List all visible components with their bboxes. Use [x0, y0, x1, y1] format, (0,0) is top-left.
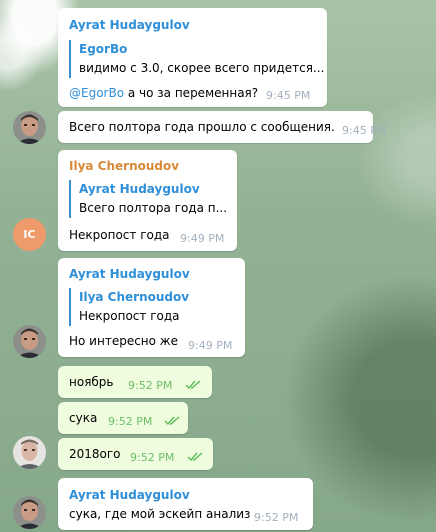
message-time: 9:52 PM — [254, 511, 299, 524]
read-checks-icon — [164, 416, 180, 425]
message-time: 9:52 PM — [128, 379, 173, 392]
message-bubble[interactable]: Ayrat Hudaygulov сука, где мой эскейп ан… — [58, 478, 313, 530]
reply-quote[interactable]: Ilya Chernoudov Некропост года — [69, 288, 189, 326]
message-text: 2018ого — [69, 447, 121, 461]
avatar[interactable] — [13, 111, 46, 144]
message-time: 9:52 PM — [108, 415, 153, 428]
reply-text: видимо с 3.0, скорее всего придется... — [79, 61, 325, 75]
message-bubble[interactable]: Ayrat Hudaygulov EgorBo видимо с 3.0, ск… — [58, 8, 327, 107]
mention-link[interactable]: @EgorBo — [69, 86, 124, 100]
sender-name[interactable]: Ayrat Hudaygulov — [69, 267, 190, 281]
avatar-initials: IC — [23, 228, 36, 241]
message-bubble[interactable]: Ayrat Hudaygulov Ilya Chernoudov Некропо… — [58, 258, 245, 357]
message-bubble[interactable]: Ilya Chernoudov Ayrat Hudaygulov Всего п… — [58, 150, 237, 251]
message-text: сука, где мой эскейп анализ — [69, 507, 251, 521]
message-time: 9:52 PM — [130, 451, 175, 464]
avatar[interactable] — [13, 325, 46, 358]
message-bubble[interactable]: 2018ого 9:52 PM — [58, 438, 213, 470]
message-time: 9:45 PM — [342, 124, 387, 137]
reply-text: Всего полтора года п... — [79, 201, 228, 215]
user-photo-icon — [13, 496, 46, 529]
read-checks-icon — [187, 452, 203, 461]
message-text: Всего полтора года прошло с сообщения. — [69, 120, 335, 134]
message-text: Но интересно же — [69, 334, 178, 348]
message-time: 9:45 PM — [266, 89, 311, 102]
message-bubble[interactable]: ноябрь 9:52 PM — [58, 366, 212, 398]
message-bubble[interactable]: сука 9:52 PM — [58, 402, 188, 434]
reply-author: Ayrat Hudaygulov — [79, 182, 200, 196]
read-checks-icon — [185, 380, 201, 389]
message-text: Некропост года — [69, 228, 170, 242]
user-photo-icon — [13, 111, 46, 144]
reply-text: Некропост года — [79, 309, 180, 323]
avatar[interactable] — [13, 436, 46, 469]
message-time: 9:49 PM — [180, 232, 225, 245]
message-text: ноябрь — [69, 375, 114, 389]
reply-quote[interactable]: Ayrat Hudaygulov Всего полтора года п... — [69, 180, 227, 218]
avatar[interactable] — [13, 496, 46, 529]
reply-quote[interactable]: EgorBo видимо с 3.0, скорее всего придет… — [69, 40, 324, 78]
reply-author: EgorBo — [79, 42, 128, 56]
message-text: сука — [69, 411, 98, 425]
user-photo-icon — [13, 436, 46, 469]
message-bubble[interactable]: Всего полтора года прошло с сообщения. 9… — [58, 111, 386, 143]
sender-name[interactable]: Ayrat Hudaygulov — [69, 488, 190, 502]
message-text: @EgorBo а чо за переменная? — [69, 86, 258, 100]
message-text-body: а чо за переменная? — [124, 86, 259, 100]
sender-name[interactable]: Ilya Chernoudov — [69, 159, 179, 173]
user-photo-icon — [13, 325, 46, 358]
avatar[interactable]: IC — [13, 218, 46, 251]
reply-author: Ilya Chernoudov — [79, 290, 190, 304]
message-time: 9:49 PM — [188, 339, 233, 352]
sender-name[interactable]: Ayrat Hudaygulov — [69, 18, 190, 32]
